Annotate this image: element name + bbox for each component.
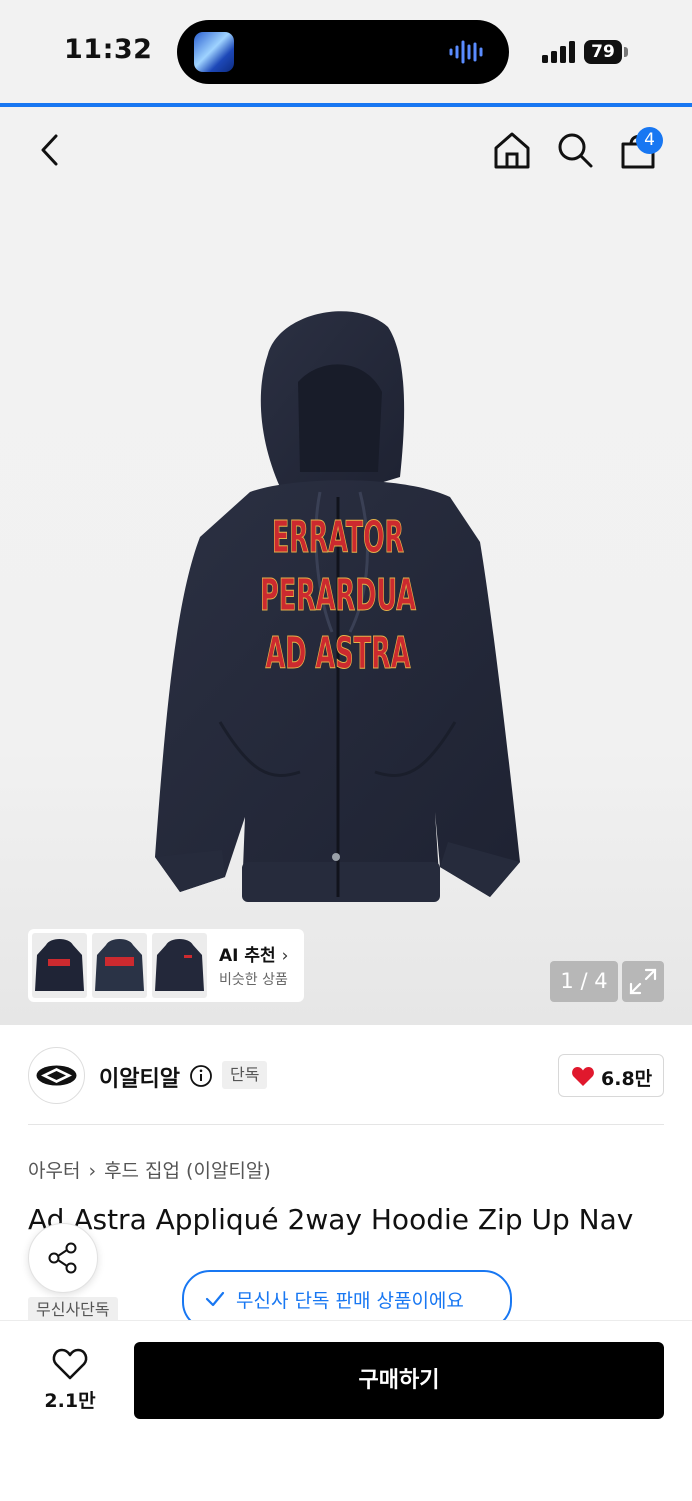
wishlist-count: 2.1만	[44, 1390, 96, 1412]
chevron-right-icon: ›	[281, 946, 289, 966]
print-line-1: ERRATOR	[272, 512, 404, 563]
exclusive-tag: 단독	[222, 1061, 268, 1089]
status-time: 11:32	[64, 34, 153, 65]
breadcrumb-subcategory[interactable]: 후드 집업 (이알티알)	[104, 1160, 271, 1182]
breadcrumb[interactable]: 아우터 › 후드 집업 (이알티알)	[28, 1156, 271, 1183]
similar-thumb-3[interactable]	[152, 933, 207, 998]
now-playing-artwork	[194, 32, 234, 72]
check-icon	[205, 1291, 225, 1307]
ai-recommend-label: AI 추천	[219, 946, 276, 966]
similar-thumb-2[interactable]	[92, 933, 147, 998]
info-icon[interactable]	[189, 1064, 213, 1088]
heart-filled-icon	[572, 1067, 594, 1086]
brand-like-count: 6.8만	[601, 1068, 653, 1090]
brand-name[interactable]: 이알티알	[99, 1061, 180, 1093]
search-icon[interactable]	[551, 126, 599, 174]
ai-recommend-subtitle: 비슷한 상품	[219, 972, 288, 988]
exclusive-sale-text: 무신사 단독 판매 상품이에요	[236, 1290, 464, 1312]
audio-wave-icon	[449, 40, 483, 64]
battery-cap	[624, 47, 628, 57]
print-line-3: AD ASTRA	[266, 628, 411, 679]
heart-outline-icon	[52, 1348, 88, 1380]
product-title: Ad Astra Appliqué 2way Hoodie Zip Up Nav	[28, 1203, 634, 1236]
brand-logo[interactable]	[28, 1047, 85, 1104]
chevron-right-icon: ›	[88, 1160, 97, 1182]
product-image-hoodie: ERRATOR PERARDUA AD ASTRA	[155, 311, 520, 902]
battery-level: 79	[591, 42, 615, 62]
brand-like-button[interactable]: 6.8만	[558, 1054, 664, 1097]
share-button[interactable]	[28, 1223, 98, 1293]
ai-recommend-title[interactable]: AI 추천 ›	[219, 941, 288, 966]
share-icon	[48, 1242, 77, 1274]
image-counter: 1 / 4	[550, 961, 618, 1002]
signal-icon	[542, 41, 575, 63]
cart-count-badge: 4	[636, 127, 663, 154]
similar-thumb-1[interactable]	[32, 933, 87, 998]
product-image-gallery[interactable]: ERRATOR PERARDUA AD ASTRA	[0, 107, 692, 1025]
divider	[28, 1124, 664, 1125]
breadcrumb-category[interactable]: 아우터	[28, 1160, 80, 1182]
home-icon[interactable]	[488, 126, 536, 174]
ai-recommend-card[interactable]: AI 추천 › 비슷한 상품	[28, 929, 304, 1002]
buy-button[interactable]: 구매하기	[134, 1342, 664, 1419]
battery-icon: 79	[584, 40, 622, 64]
wishlist-button[interactable]: 2.1만	[32, 1342, 108, 1418]
expand-icon[interactable]	[622, 961, 664, 1002]
back-arrow-icon[interactable]	[26, 126, 74, 174]
brand-logo-mark	[36, 1065, 77, 1086]
print-line-2: PERARDUA	[260, 570, 416, 621]
dynamic-island[interactable]	[177, 20, 509, 84]
